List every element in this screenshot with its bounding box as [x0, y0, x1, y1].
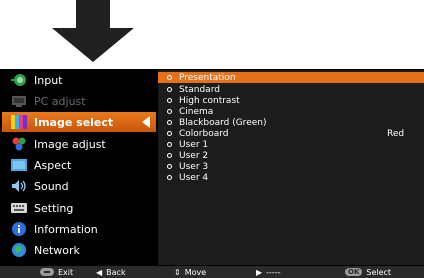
option-label: User 2 — [179, 150, 209, 161]
option-user-1[interactable]: User 1 — [158, 139, 424, 150]
sound-icon — [12, 180, 26, 192]
selection-pointer-icon — [142, 116, 150, 128]
radio-icon — [167, 153, 172, 158]
radio-icon — [167, 164, 172, 169]
radio-icon — [167, 120, 172, 125]
setting-icon — [11, 203, 27, 213]
pc-adjust-icon — [12, 96, 26, 107]
menu-item-label: Image select — [34, 115, 114, 129]
menu-item-network[interactable]: Network — [2, 240, 156, 260]
select-hint[interactable]: OK Select — [345, 266, 391, 278]
option-user-4[interactable]: User 4 — [158, 172, 424, 183]
image-mode-list: Presentation Standard High contrast Cine… — [158, 70, 424, 265]
radio-icon — [167, 175, 172, 180]
menu-item-pc-adjust: PC adjust — [2, 91, 156, 111]
option-colorboard[interactable]: Colorboard Red — [158, 128, 424, 139]
down-arrow-icon — [52, 0, 134, 62]
menu-item-label: Aspect — [34, 158, 72, 172]
option-label: Standard — [179, 84, 220, 95]
information-icon — [12, 222, 26, 236]
option-label: Blackboard (Green) — [179, 117, 267, 128]
input-icon — [11, 74, 26, 86]
aspect-icon — [11, 159, 27, 171]
radio-icon — [167, 87, 172, 92]
next-label: ----- — [266, 267, 281, 277]
menu-item-setting[interactable]: Setting — [2, 198, 156, 218]
osd-menu: Input PC adjust Image select Image adjus… — [0, 69, 424, 278]
radio-icon — [167, 98, 172, 103]
right-arrow-icon: ▶ — [256, 267, 263, 277]
menu-item-label: Information — [34, 222, 98, 236]
option-label: Colorboard — [179, 128, 229, 139]
menu-item-aspect[interactable]: Aspect — [2, 155, 156, 175]
option-presentation[interactable]: Presentation — [158, 72, 424, 83]
menu-item-label: Sound — [34, 179, 69, 193]
option-label: User 1 — [179, 139, 209, 150]
option-label: Presentation — [179, 72, 236, 83]
menu-item-sound[interactable]: Sound — [2, 176, 156, 196]
menu-item-label: PC adjust — [34, 94, 86, 108]
option-user-2[interactable]: User 2 — [158, 150, 424, 161]
move-label: Move — [184, 267, 207, 277]
main-menu: Input PC adjust Image select Image adjus… — [1, 69, 156, 265]
image-select-icon — [11, 115, 27, 129]
menu-item-label: Setting — [34, 201, 74, 215]
menu-button-icon — [40, 268, 54, 276]
footer-guide: Exit ◀ Back ⇕ Move ▶ ----- OK Select — [0, 266, 424, 278]
option-standard[interactable]: Standard — [158, 84, 424, 95]
network-icon — [12, 243, 26, 257]
up-down-arrow-icon: ⇕ — [174, 267, 181, 277]
menu-item-image-adjust[interactable]: Image adjust — [2, 134, 156, 154]
exit-label: Exit — [58, 267, 74, 277]
image-adjust-icon — [12, 137, 26, 151]
radio-icon — [167, 142, 172, 147]
back-hint[interactable]: ◀ Back — [96, 266, 126, 278]
option-label: User 3 — [179, 161, 209, 172]
option-high-contrast[interactable]: High contrast — [158, 95, 424, 106]
menu-item-information[interactable]: Information — [2, 219, 156, 239]
back-label: Back — [106, 267, 126, 277]
ok-button-icon: OK — [345, 268, 363, 276]
option-blackboard-green[interactable]: Blackboard (Green) — [158, 117, 424, 128]
radio-icon — [167, 75, 172, 80]
move-hint[interactable]: ⇕ Move — [174, 266, 206, 278]
option-label: Cinema — [179, 106, 214, 117]
select-label: Select — [366, 267, 392, 277]
left-arrow-icon: ◀ — [96, 267, 103, 277]
colorboard-value: Red — [387, 128, 405, 139]
menu-item-label: Network — [34, 243, 80, 257]
option-cinema[interactable]: Cinema — [158, 106, 424, 117]
option-label: User 4 — [179, 172, 209, 183]
menu-item-image-select[interactable]: Image select — [2, 112, 156, 132]
menu-item-input[interactable]: Input — [2, 70, 156, 90]
next-hint: ▶ ----- — [256, 266, 281, 278]
radio-icon — [167, 131, 172, 136]
radio-icon — [167, 109, 172, 114]
menu-item-label: Input — [34, 73, 63, 87]
exit-hint[interactable]: Exit — [40, 266, 73, 278]
menu-item-label: Image adjust — [34, 137, 106, 151]
option-user-3[interactable]: User 3 — [158, 161, 424, 172]
option-label: High contrast — [179, 95, 240, 106]
